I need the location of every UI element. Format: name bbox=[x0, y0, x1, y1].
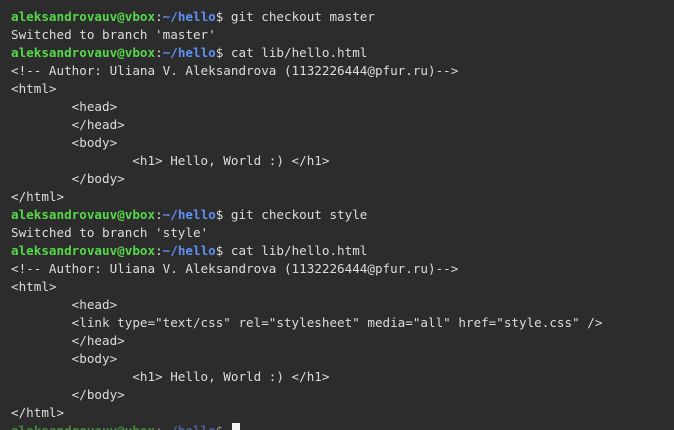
output-line: <!-- Author: Uliana V. Aleksandrova (113… bbox=[11, 62, 674, 80]
prompt-separator: : bbox=[155, 207, 163, 222]
output-text: </html> bbox=[11, 405, 65, 420]
prompt-user-host: aleksandrovauv@vbox bbox=[11, 207, 156, 222]
prompt-symbol: $ bbox=[215, 243, 231, 258]
prompt-line: aleksandrovauv@vbox:~/hello$ git checkou… bbox=[11, 206, 674, 224]
output-line: </body> bbox=[11, 386, 674, 404]
output-text: <link type="text/css" rel="stylesheet" m… bbox=[11, 315, 603, 330]
output-text: <html> bbox=[11, 81, 57, 96]
output-line: <body> bbox=[11, 134, 674, 152]
output-text: </head> bbox=[11, 117, 125, 132]
prompt-path: ~/hello bbox=[163, 423, 216, 430]
output-line: <body> bbox=[11, 350, 674, 368]
output-text: <head> bbox=[11, 99, 118, 114]
prompt-line: aleksandrovauv@vbox:~/hello$ cat lib/hel… bbox=[11, 242, 674, 260]
prompt-user-host: aleksandrovauv@vbox bbox=[11, 243, 156, 258]
command-text: cat lib/hello.html bbox=[230, 243, 368, 258]
output-text: Switched to branch 'style' bbox=[11, 225, 209, 240]
prompt-user-host: aleksandrovauv@vbox bbox=[11, 9, 156, 24]
output-text: <h1> Hello, World :) </h1> bbox=[11, 369, 330, 384]
prompt-symbol: $ bbox=[216, 423, 231, 430]
output-text: <!-- Author: Uliana V. Aleksandrova (113… bbox=[11, 261, 459, 276]
output-text: </head> bbox=[11, 333, 125, 348]
output-line: <html> bbox=[11, 80, 674, 98]
prompt-symbol: $ bbox=[215, 207, 231, 222]
output-line: <h1> Hello, World :) </h1> bbox=[11, 152, 674, 170]
output-line: Switched to branch 'style' bbox=[11, 224, 674, 242]
prompt-user-host: aleksandrovauv@vbox bbox=[11, 45, 156, 60]
prompt-separator: : bbox=[155, 243, 163, 258]
output-line: <h1> Hello, World :) </h1> bbox=[11, 368, 674, 386]
text-cursor[interactable] bbox=[231, 423, 240, 430]
output-line: <!-- Author: Uliana V. Aleksandrova (113… bbox=[11, 260, 674, 278]
command-text: git checkout master bbox=[230, 9, 375, 24]
output-text: <html> bbox=[11, 279, 57, 294]
output-line: <head> bbox=[11, 296, 674, 314]
output-text: <body> bbox=[11, 135, 118, 150]
output-text: <body> bbox=[11, 351, 118, 366]
prompt-user-host: aleksandrovauv@vbox bbox=[11, 423, 155, 430]
output-line: <html> bbox=[11, 278, 674, 296]
prompt-line: aleksandrovauv@vbox:~/hello$ git checkou… bbox=[11, 8, 674, 26]
output-line: Switched to branch 'master' bbox=[11, 26, 674, 44]
output-text: <!-- Author: Uliana V. Aleksandrova (113… bbox=[11, 63, 459, 78]
prompt-line: aleksandrovauv@vbox:~/hello$ bbox=[11, 422, 674, 430]
prompt-path: ~/hello bbox=[162, 243, 216, 258]
output-line: </head> bbox=[11, 116, 674, 134]
command-text: cat lib/hello.html bbox=[230, 45, 368, 60]
prompt-line: aleksandrovauv@vbox:~/hello$ cat lib/hel… bbox=[11, 44, 674, 62]
output-line: </html> bbox=[11, 404, 674, 422]
output-text: <h1> Hello, World :) </h1> bbox=[11, 153, 330, 168]
output-text: Switched to branch 'master' bbox=[11, 27, 216, 42]
prompt-path: ~/hello bbox=[162, 9, 216, 24]
output-text: </body> bbox=[11, 171, 125, 186]
prompt-separator: : bbox=[155, 45, 163, 60]
output-line: <head> bbox=[11, 98, 674, 116]
terminal-window[interactable]: aleksandrovauv@vbox:~/hello$ git checkou… bbox=[0, 0, 674, 430]
command-text: git checkout style bbox=[230, 207, 368, 222]
output-text: </html> bbox=[11, 189, 65, 204]
prompt-path: ~/hello bbox=[162, 45, 216, 60]
prompt-path: ~/hello bbox=[162, 207, 216, 222]
output-line: </body> bbox=[11, 170, 674, 188]
output-line: </html> bbox=[11, 188, 674, 206]
prompt-separator: : bbox=[155, 423, 163, 430]
output-line: </head> bbox=[11, 332, 674, 350]
output-text: <head> bbox=[11, 297, 118, 312]
output-line: <link type="text/css" rel="stylesheet" m… bbox=[11, 314, 674, 332]
prompt-separator: : bbox=[155, 9, 163, 24]
prompt-symbol: $ bbox=[215, 45, 231, 60]
output-text: </body> bbox=[11, 387, 125, 402]
prompt-symbol: $ bbox=[215, 9, 231, 24]
